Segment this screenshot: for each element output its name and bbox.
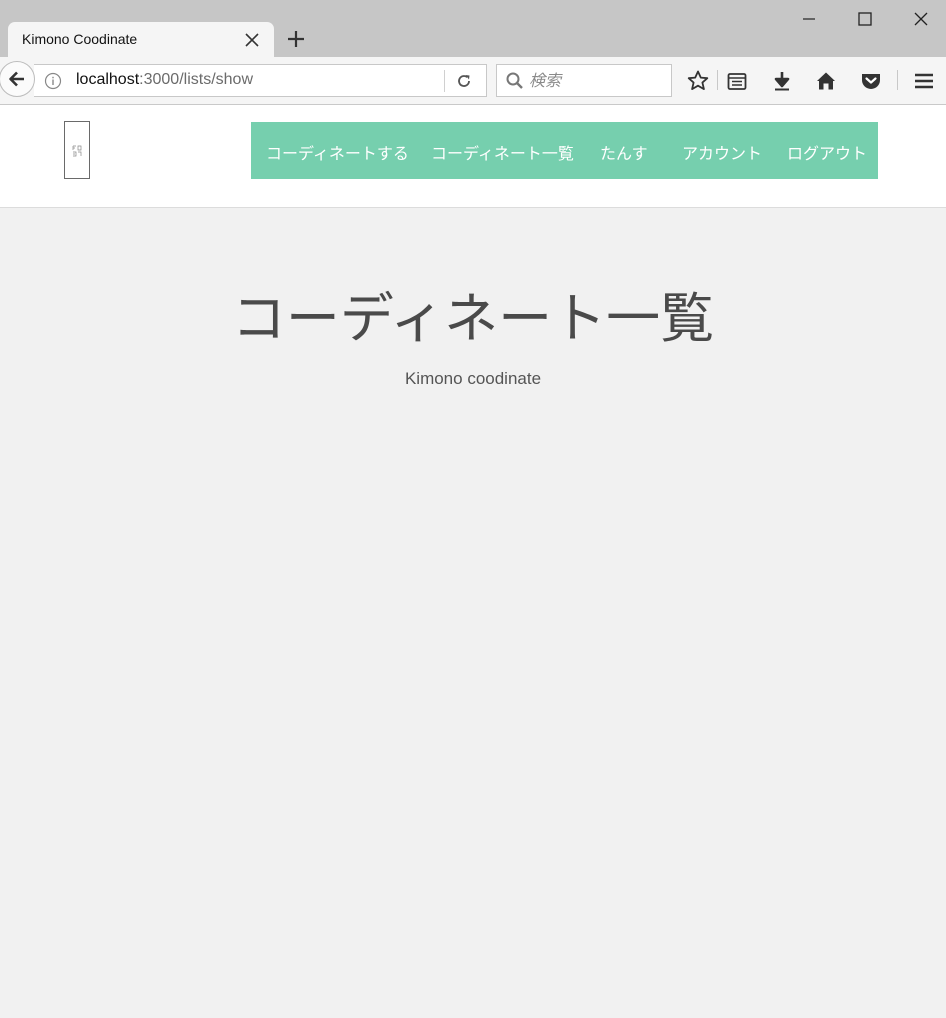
close-tab-icon[interactable] <box>242 30 262 50</box>
reading-list-icon[interactable] <box>725 69 749 93</box>
pocket-icon[interactable] <box>859 69 883 93</box>
main-nav: コーディネートする コーディネート一覧 たんす アカウント ログアウト <box>251 122 878 179</box>
back-button[interactable] <box>0 61 35 97</box>
close-window-icon[interactable] <box>910 8 932 30</box>
browser-tab[interactable]: Kimono Coodinate <box>8 22 274 58</box>
urlbar-divider <box>444 70 445 92</box>
reload-icon[interactable] <box>455 72 473 90</box>
new-tab-icon[interactable] <box>284 27 308 51</box>
search-bar[interactable] <box>496 64 672 97</box>
tab-title: Kimono Coodinate <box>22 31 138 47</box>
page-title: コーディネート一覧 <box>231 287 715 350</box>
download-icon[interactable] <box>770 69 794 93</box>
url-text[interactable]: localhost:3000/lists/show <box>76 71 253 89</box>
navigation-toolbar: localhost:3000/lists/show <box>0 57 946 105</box>
nav-item-account[interactable]: アカウント <box>682 140 762 164</box>
home-icon[interactable] <box>814 69 838 93</box>
page-subtitle: Kimono coodinate <box>404 369 542 388</box>
nav-item-tansu[interactable]: たんす <box>600 140 648 164</box>
toolbar-divider <box>897 70 898 90</box>
search-icon <box>506 72 523 89</box>
site-info-icon[interactable] <box>44 72 62 90</box>
nav-item-logout[interactable]: ログアウト <box>787 140 867 164</box>
site-logo[interactable] <box>64 121 90 179</box>
url-path: :3000/lists/show <box>139 71 253 88</box>
address-bar[interactable]: localhost:3000/lists/show <box>34 64 487 97</box>
back-arrow-icon <box>9 71 24 87</box>
nav-item-coordinate-list[interactable]: コーディネート一覧 <box>431 140 574 164</box>
bookmark-star-icon[interactable] <box>686 69 710 93</box>
nav-item-coordinate[interactable]: コーディネートする <box>266 140 409 164</box>
minimize-icon[interactable] <box>798 8 820 30</box>
url-host: localhost <box>76 71 140 88</box>
site-header: コーディネートする コーディネート一覧 たんす アカウント ログアウト <box>0 105 946 208</box>
tab-strip: Kimono Coodinate <box>0 0 946 58</box>
maximize-icon[interactable] <box>854 8 876 30</box>
menu-icon[interactable] <box>912 69 936 93</box>
search-input[interactable] <box>529 69 665 91</box>
toolbar-divider <box>717 70 718 90</box>
logo-mark-icon <box>72 145 82 157</box>
